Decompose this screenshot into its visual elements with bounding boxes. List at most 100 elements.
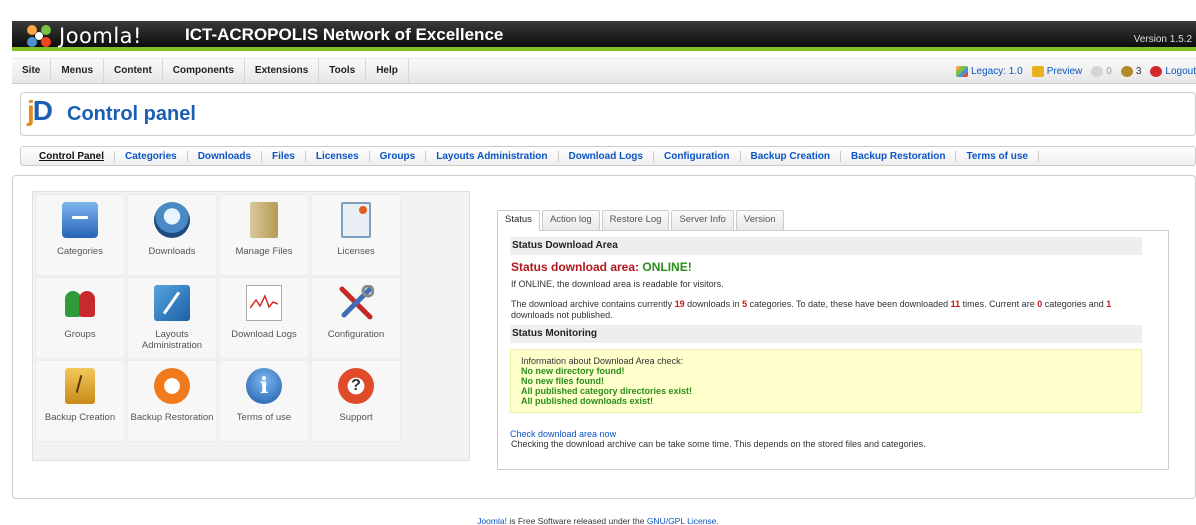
monitoring-intro: Information about Download Area check: <box>521 356 684 366</box>
footer-license-link[interactable]: GNU/GPL License <box>647 516 717 525</box>
quick-icon-label: Groups <box>64 329 96 340</box>
menu-site[interactable]: Site <box>12 59 52 84</box>
messages-count: 0 <box>1106 66 1112 77</box>
configuration-icon <box>338 285 374 321</box>
quick-icon-download-logs[interactable]: Download Logs <box>219 277 309 359</box>
categories-icon <box>62 202 98 238</box>
preview-label: Preview <box>1046 66 1083 77</box>
main-menu: Site Menus Content Components Extensions… <box>12 59 409 84</box>
archive-text: downloads not published. <box>511 310 613 320</box>
logout-link[interactable]: Logout <box>1150 66 1196 77</box>
version-label: Version 1.5.2 <box>1133 34 1192 45</box>
menu-tools[interactable]: Tools <box>319 59 367 84</box>
archive-downloads-count: 19 <box>674 299 685 309</box>
quick-icon-support[interactable]: ? Support <box>311 360 401 442</box>
quick-icon-label: Layouts Administration <box>141 329 203 351</box>
archive-unpublished-downloads: 1 <box>1106 299 1112 309</box>
quick-icon-downloads[interactable]: Downloads <box>127 194 217 276</box>
archive-summary: The download archive contains currently … <box>511 299 1147 321</box>
legacy-icon <box>955 66 968 77</box>
tab-action-log[interactable]: Action log <box>541 210 600 230</box>
quick-icon-grid: Categories Downloads Manage Files Licens… <box>35 194 401 442</box>
users-link[interactable]: 3 <box>1120 66 1141 77</box>
submenu-backup-creation[interactable]: Backup Creation <box>741 150 841 162</box>
archive-text: The download archive contains currently <box>511 299 675 309</box>
quick-icon-label: Backup Creation <box>44 412 116 423</box>
legacy-label: Legacy: 1.0 <box>970 66 1023 77</box>
preview-link[interactable]: Preview <box>1031 66 1083 77</box>
footer-text-end: . <box>716 516 719 525</box>
menu-content[interactable]: Content <box>104 59 163 84</box>
quick-icon-label: Licenses <box>337 246 375 257</box>
monitoring-line: No new files found! <box>521 376 604 386</box>
menu-extensions[interactable]: Extensions <box>245 59 320 84</box>
submenu-files[interactable]: Files <box>262 150 306 162</box>
archive-text: categories. To date, these have been dow… <box>747 299 951 309</box>
quick-icon-layouts[interactable]: Layouts Administration <box>127 277 217 359</box>
layouts-icon <box>154 285 190 321</box>
submenu-backup-restoration[interactable]: Backup Restoration <box>841 150 957 162</box>
submenu-groups[interactable]: Groups <box>370 150 427 162</box>
quick-icon-configuration[interactable]: Configuration <box>311 277 401 359</box>
submenu-downloads[interactable]: Downloads <box>188 150 263 162</box>
check-download-area-link[interactable]: Check download area now <box>510 429 1156 439</box>
status-tab-content: Status Download Area Status download are… <box>497 230 1169 470</box>
footer-text: is Free Software released under the <box>506 516 647 525</box>
archive-text: categories and <box>1042 299 1107 309</box>
menu-components[interactable]: Components <box>163 59 245 84</box>
groups-icon <box>62 285 98 321</box>
logo-letter-d: D <box>32 95 53 126</box>
quick-icon-licenses[interactable]: Licenses <box>311 194 401 276</box>
site-title: ICT-ACROPOLIS Network of Excellence <box>185 25 504 44</box>
preview-icon <box>1031 66 1044 77</box>
section-heading-monitoring: Status Monitoring <box>510 325 1142 343</box>
quick-icon-manage-files[interactable]: Manage Files <box>219 194 309 276</box>
download-area-status-value: ONLINE! <box>642 260 692 274</box>
page-title-panel: jD Control panel <box>20 92 1196 136</box>
submenu-configuration[interactable]: Configuration <box>654 150 741 162</box>
joomla-logo-text: Joomla! <box>59 24 142 48</box>
quick-icon-label: Terms of use <box>236 412 292 423</box>
files-icon <box>250 202 278 238</box>
section-heading-download-area: Status Download Area <box>510 237 1142 255</box>
online-note: If ONLINE, the download area is readable… <box>511 279 724 289</box>
restore-icon <box>154 368 190 404</box>
quick-icon-backup-restoration[interactable]: Backup Restoration <box>127 360 217 442</box>
tab-status[interactable]: Status <box>497 210 540 231</box>
footer: Joomla! is Free Software released under … <box>0 516 1196 525</box>
submenu-layouts-administration[interactable]: Layouts Administration <box>426 150 559 162</box>
quick-icon-backup-creation[interactable]: Backup Creation <box>35 360 125 442</box>
admin-header: Joomla! ICT-ACROPOLIS Network of Excelle… <box>12 21 1196 51</box>
legacy-status[interactable]: Legacy: 1.0 <box>955 66 1023 77</box>
tab-strip: Status Action log Restore Log Server Inf… <box>497 210 786 231</box>
archive-times-count: 11 <box>950 299 961 309</box>
menu-menus[interactable]: Menus <box>51 59 105 84</box>
page-title: Control panel <box>67 103 196 125</box>
users-icon <box>1120 66 1133 77</box>
tab-version[interactable]: Version <box>735 210 784 230</box>
footer-joomla-link[interactable]: Joomla! <box>477 516 507 525</box>
menu-help[interactable]: Help <box>366 59 409 84</box>
support-icon: ? <box>338 368 374 404</box>
licenses-icon <box>341 202 371 238</box>
status-tab-panel: Status Action log Restore Log Server Inf… <box>497 210 1169 470</box>
messages-icon <box>1091 66 1104 77</box>
submenu-categories[interactable]: Categories <box>115 150 188 162</box>
quick-icon-categories[interactable]: Categories <box>35 194 125 276</box>
quick-icon-label: Download Logs <box>231 329 297 340</box>
submenu-download-logs[interactable]: Download Logs <box>559 150 654 162</box>
submenu-terms-of-use[interactable]: Terms of use <box>956 150 1039 162</box>
submenu-control-panel[interactable]: Control Panel <box>21 150 116 162</box>
tab-server-info[interactable]: Server Info <box>671 210 734 230</box>
messages-link[interactable]: 0 <box>1091 66 1112 77</box>
tab-restore-log[interactable]: Restore Log <box>601 210 670 230</box>
terms-icon: i <box>246 368 282 404</box>
monitoring-results-box: Information about Download Area check: N… <box>510 349 1142 413</box>
backup-icon <box>65 368 95 404</box>
submenu-licenses[interactable]: Licenses <box>306 150 370 162</box>
downloads-icon <box>154 202 190 238</box>
quick-icon-groups[interactable]: Groups <box>35 277 125 359</box>
quick-icon-label: Configuration <box>327 329 385 340</box>
quick-icon-terms-of-use[interactable]: i Terms of use <box>219 360 309 442</box>
logs-icon <box>246 285 282 321</box>
